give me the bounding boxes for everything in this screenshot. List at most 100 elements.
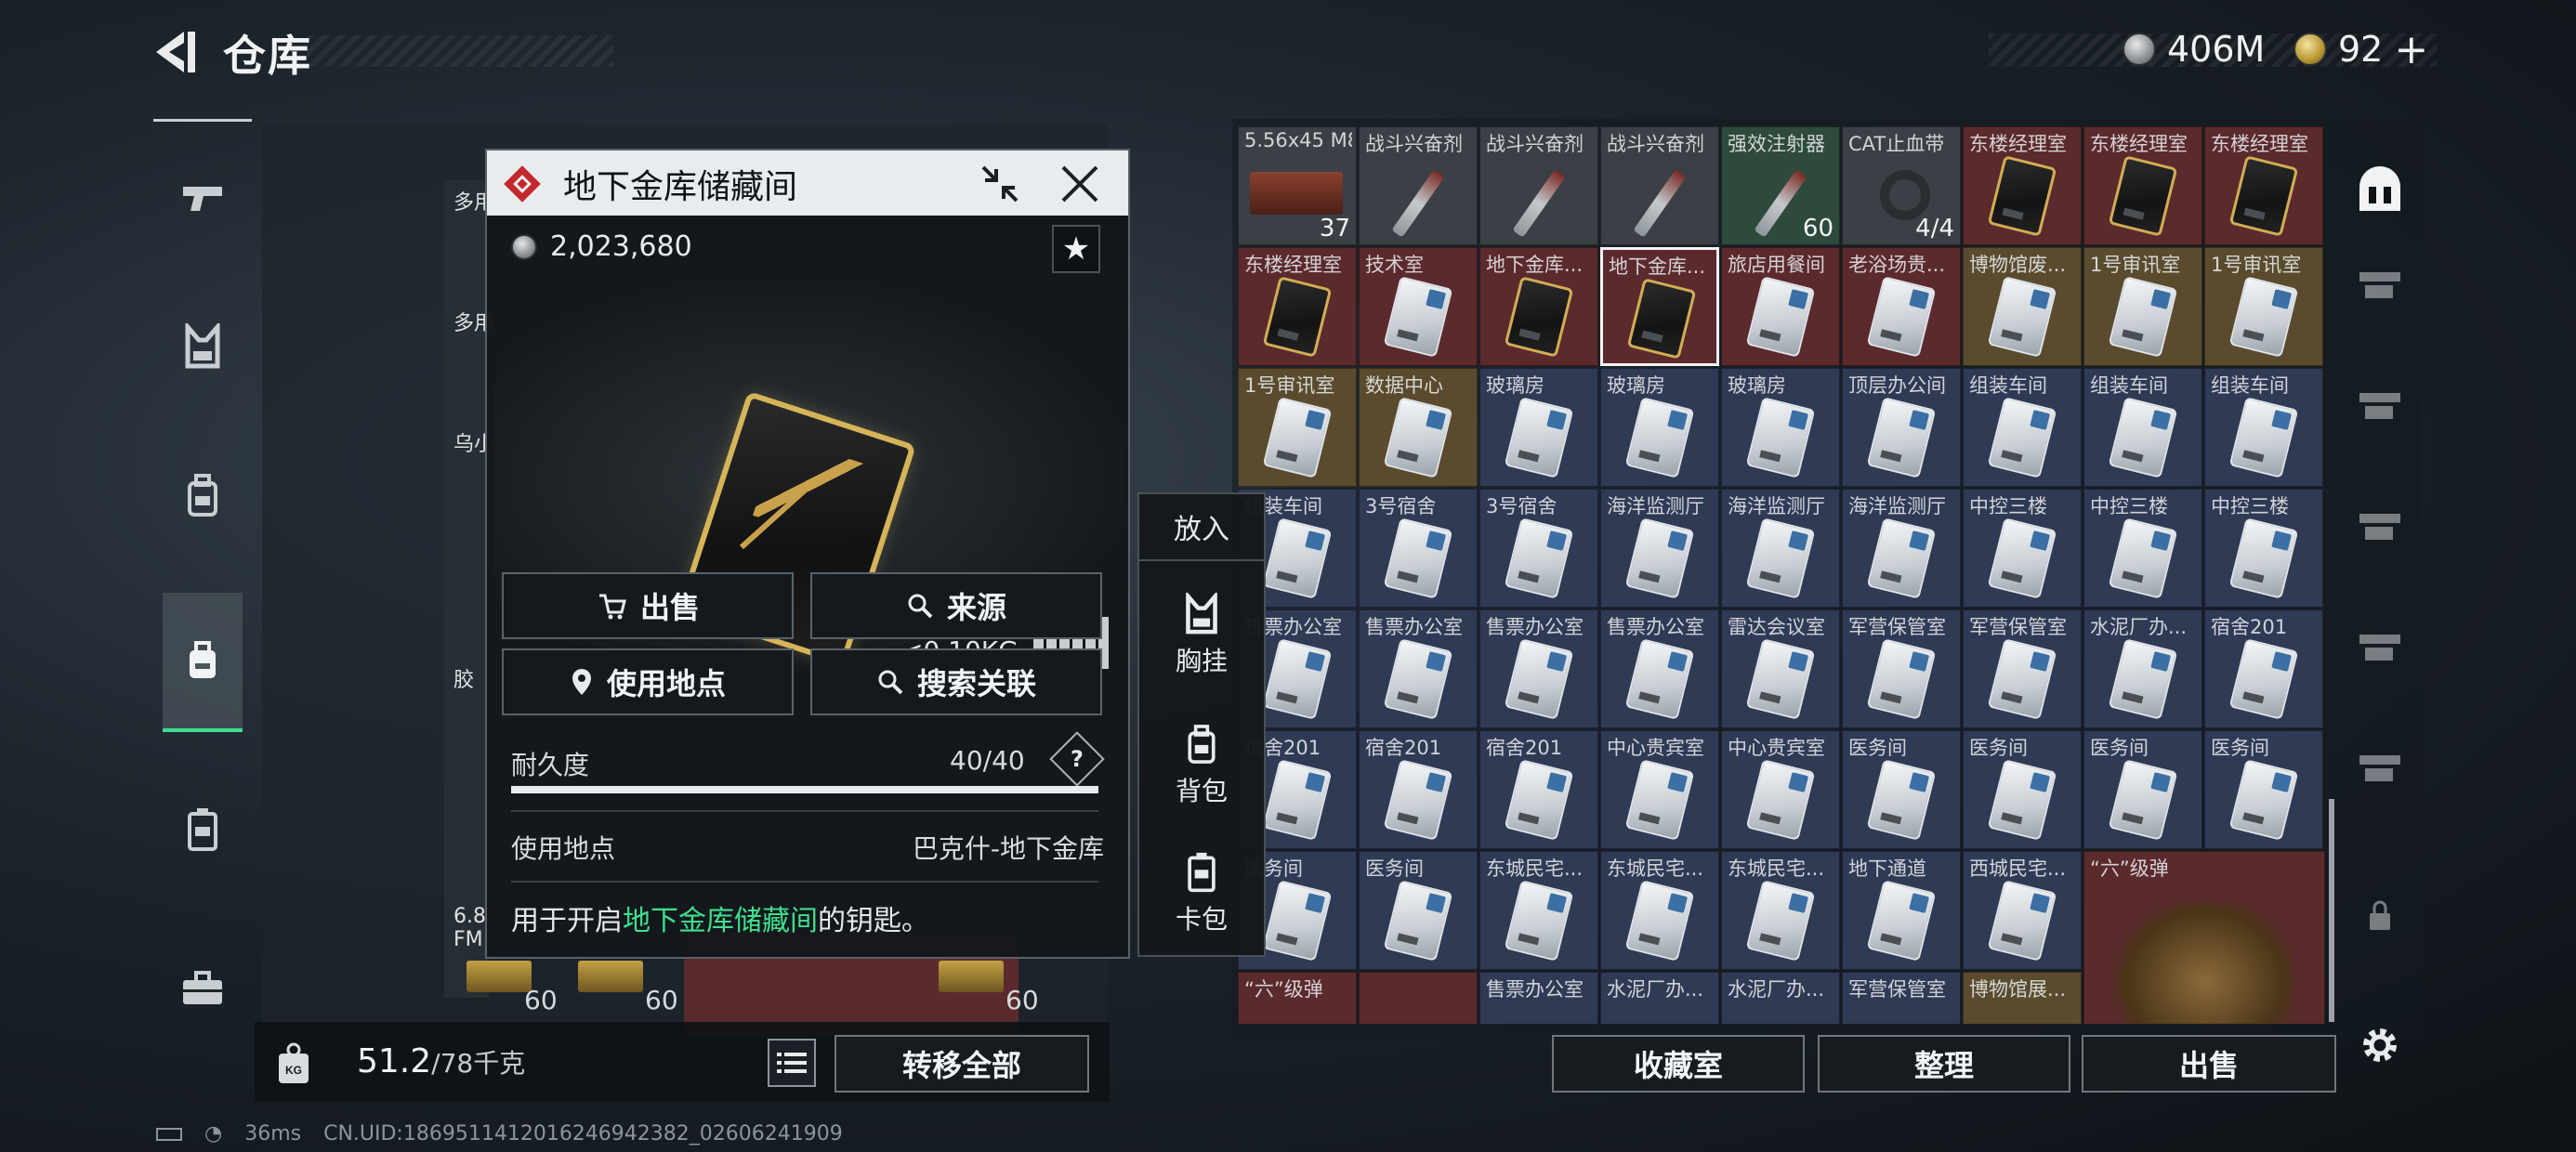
warehouse-tab-6[interactable] xyxy=(2349,734,2411,799)
collapse-icon[interactable] xyxy=(978,162,1022,206)
warehouse-item[interactable]: 战斗兴奋剂 xyxy=(1359,126,1478,245)
sort-button[interactable]: 整理 xyxy=(1818,1035,2070,1093)
source-button[interactable]: 来源 xyxy=(810,572,1102,639)
warehouse-item[interactable]: 军营保管室 xyxy=(1963,609,2082,728)
warehouse-item[interactable]: 东城民宅... xyxy=(1721,851,1840,970)
warehouse-item[interactable]: 水泥厂办... xyxy=(1600,972,1719,1024)
warehouse-item[interactable]: 1号审讯室 xyxy=(1238,368,1357,487)
warehouse-item[interactable]: 海洋监测厅 xyxy=(1600,489,1719,608)
warehouse-item[interactable]: 售票办公室 xyxy=(1479,609,1598,728)
list-view-button[interactable] xyxy=(768,1039,816,1087)
warehouse-item[interactable]: 宿舍201 xyxy=(2204,609,2323,728)
warehouse-item[interactable]: 3号宿舍 xyxy=(1359,489,1478,608)
warehouse-item[interactable]: 医务间 xyxy=(1842,730,1961,849)
warehouse-item[interactable]: 水泥厂办... xyxy=(2083,609,2202,728)
warehouse-item[interactable]: 5.56x45 M855 37 xyxy=(1238,126,1357,245)
warehouse-tab-4[interactable] xyxy=(2349,492,2411,557)
warehouse-item[interactable]: 中心贵宾室 xyxy=(1721,730,1840,849)
warehouse-item[interactable]: “六”级弹 xyxy=(1238,972,1357,1024)
warehouse-item[interactable]: 组装车间 xyxy=(2204,368,2323,487)
warehouse-lock[interactable] xyxy=(2349,883,2411,948)
warehouse-item[interactable]: 地下金库... xyxy=(1479,247,1598,366)
nav-backpack[interactable] xyxy=(163,425,243,565)
warehouse-tab-5[interactable] xyxy=(2349,613,2411,678)
warehouse-item[interactable]: 医务间 xyxy=(2204,730,2323,849)
back-button[interactable] xyxy=(147,26,212,78)
warehouse-item[interactable]: 东楼经理室 xyxy=(1238,247,1357,366)
search-related-button[interactable]: 搜索关联 xyxy=(810,648,1102,715)
warehouse-item[interactable]: 1号审讯室 xyxy=(2083,247,2202,366)
description-highlight[interactable]: 地下金库储藏间 xyxy=(623,905,818,937)
warehouse-item[interactable]: 博物馆展... xyxy=(1963,972,2082,1024)
warehouse-item[interactable]: 医务间 xyxy=(2083,730,2202,849)
warehouse-item[interactable]: 3号宿舍 xyxy=(1479,489,1598,608)
warehouse-scrollbar[interactable] xyxy=(2329,799,2334,1022)
use-location-button[interactable]: 使用地点 xyxy=(502,648,794,715)
transfer-all-button[interactable]: 转移全部 xyxy=(835,1035,1089,1093)
close-icon[interactable] xyxy=(1056,160,1104,208)
warehouse-item[interactable]: CAT止血带 4/4 xyxy=(1842,126,1961,245)
warehouse-home-tab[interactable] xyxy=(2349,158,2411,223)
warehouse-tab-2[interactable] xyxy=(2349,251,2411,316)
warehouse-item[interactable]: 顶层办公间 xyxy=(1842,368,1961,487)
nav-weapons[interactable] xyxy=(163,128,243,268)
warehouse-item[interactable]: 海洋监测厅 xyxy=(1721,489,1840,608)
warehouse-item[interactable]: 东楼经理室 xyxy=(2083,126,2202,245)
favorite-button[interactable]: ★ xyxy=(1052,225,1100,273)
warehouse-item[interactable]: 东城民宅... xyxy=(1600,851,1719,970)
warehouse-item[interactable]: 西城民宅... xyxy=(1963,851,2082,970)
warehouse-item[interactable]: 中心贵宾室 xyxy=(1600,730,1719,849)
nav-chest-rig[interactable] xyxy=(163,277,243,416)
warehouse-item[interactable]: 战斗兴奋剂 xyxy=(1600,126,1719,245)
warehouse-item[interactable]: 中控三楼 xyxy=(2083,489,2202,608)
warehouse-item[interactable]: 博物馆废... xyxy=(1963,247,2082,366)
warehouse-item[interactable]: 中控三楼 xyxy=(2204,489,2323,608)
nav-toolbox[interactable] xyxy=(163,918,243,1057)
warehouse-item[interactable]: 中控三楼 xyxy=(1963,489,2082,608)
warehouse-item[interactable]: 技术室 xyxy=(1359,247,1478,366)
warehouse-item[interactable]: 军营保管室 xyxy=(1842,972,1961,1024)
warehouse-sell-button[interactable]: 出售 xyxy=(2082,1035,2336,1093)
warehouse-item[interactable]: 军营保管室 xyxy=(1842,609,1961,728)
warehouse-item[interactable]: 组装车间 xyxy=(2083,368,2202,487)
warehouse-item[interactable]: 地下金库... xyxy=(1600,247,1719,366)
warehouse-item[interactable]: 宿舍201 xyxy=(1359,730,1478,849)
warehouse-item[interactable]: 东楼经理室 xyxy=(1963,126,2082,245)
warehouse-item[interactable]: 水泥厂办... xyxy=(1721,972,1840,1024)
warehouse-item[interactable]: 1号审讯室 xyxy=(2204,247,2323,366)
add-currency-icon[interactable]: + xyxy=(2394,26,2428,73)
warehouse-item[interactable]: 医务间 xyxy=(1359,851,1478,970)
warehouse-item[interactable]: 老浴场贵... xyxy=(1842,247,1961,366)
warehouse-item[interactable]: 宿舍201 xyxy=(1479,730,1598,849)
warehouse-item[interactable]: 东城民宅... xyxy=(1479,851,1598,970)
warehouse-item[interactable]: 玻璃房 xyxy=(1479,368,1598,487)
warehouse-item[interactable]: 地下通道 xyxy=(1842,851,1961,970)
warehouse-item[interactable]: 售票办公室 xyxy=(1359,609,1478,728)
warehouse-item[interactable]: “六”级弹 xyxy=(2083,851,2325,1024)
put-into-card-case[interactable]: 卡包 xyxy=(1139,838,1264,949)
settings-button[interactable] xyxy=(2349,1013,2411,1078)
warehouse-item[interactable]: 旅店用餐间 xyxy=(1721,247,1840,366)
warehouse-item[interactable]: 战斗兴奋剂 xyxy=(1479,126,1598,245)
warehouse-item[interactable]: 强效注射器 60 xyxy=(1721,126,1840,245)
sell-button[interactable]: 出售 xyxy=(502,572,794,639)
warehouse-item[interactable] xyxy=(1359,972,1478,1024)
warehouse-item[interactable]: 海洋监测厅 xyxy=(1842,489,1961,608)
help-icon[interactable]: ? xyxy=(1049,731,1105,787)
warehouse-item[interactable]: 雷达会议室 xyxy=(1721,609,1840,728)
nav-case[interactable] xyxy=(163,760,243,899)
warehouse-item[interactable]: 组装车间 xyxy=(1963,368,2082,487)
collection-room-button[interactable]: 收藏室 xyxy=(1552,1035,1805,1093)
warehouse-item[interactable]: 玻璃房 xyxy=(1721,368,1840,487)
nav-key-items[interactable] xyxy=(163,593,243,732)
gold-currency[interactable]: 92 + xyxy=(2293,26,2428,73)
warehouse-item[interactable]: 玻璃房 xyxy=(1600,368,1719,487)
warehouse-tab-3[interactable] xyxy=(2349,372,2411,437)
warehouse-item[interactable]: 售票办公室 xyxy=(1600,609,1719,728)
warehouse-item[interactable]: 东楼经理室 xyxy=(2204,126,2323,245)
warehouse-item[interactable]: 医务间 xyxy=(1963,730,2082,849)
warehouse-item[interactable]: 数据中心 xyxy=(1359,368,1478,487)
put-into-chest-rig[interactable]: 胸挂 xyxy=(1139,580,1264,691)
warehouse-item[interactable]: 售票办公室 xyxy=(1479,972,1598,1024)
put-into-backpack[interactable]: 背包 xyxy=(1139,710,1264,821)
